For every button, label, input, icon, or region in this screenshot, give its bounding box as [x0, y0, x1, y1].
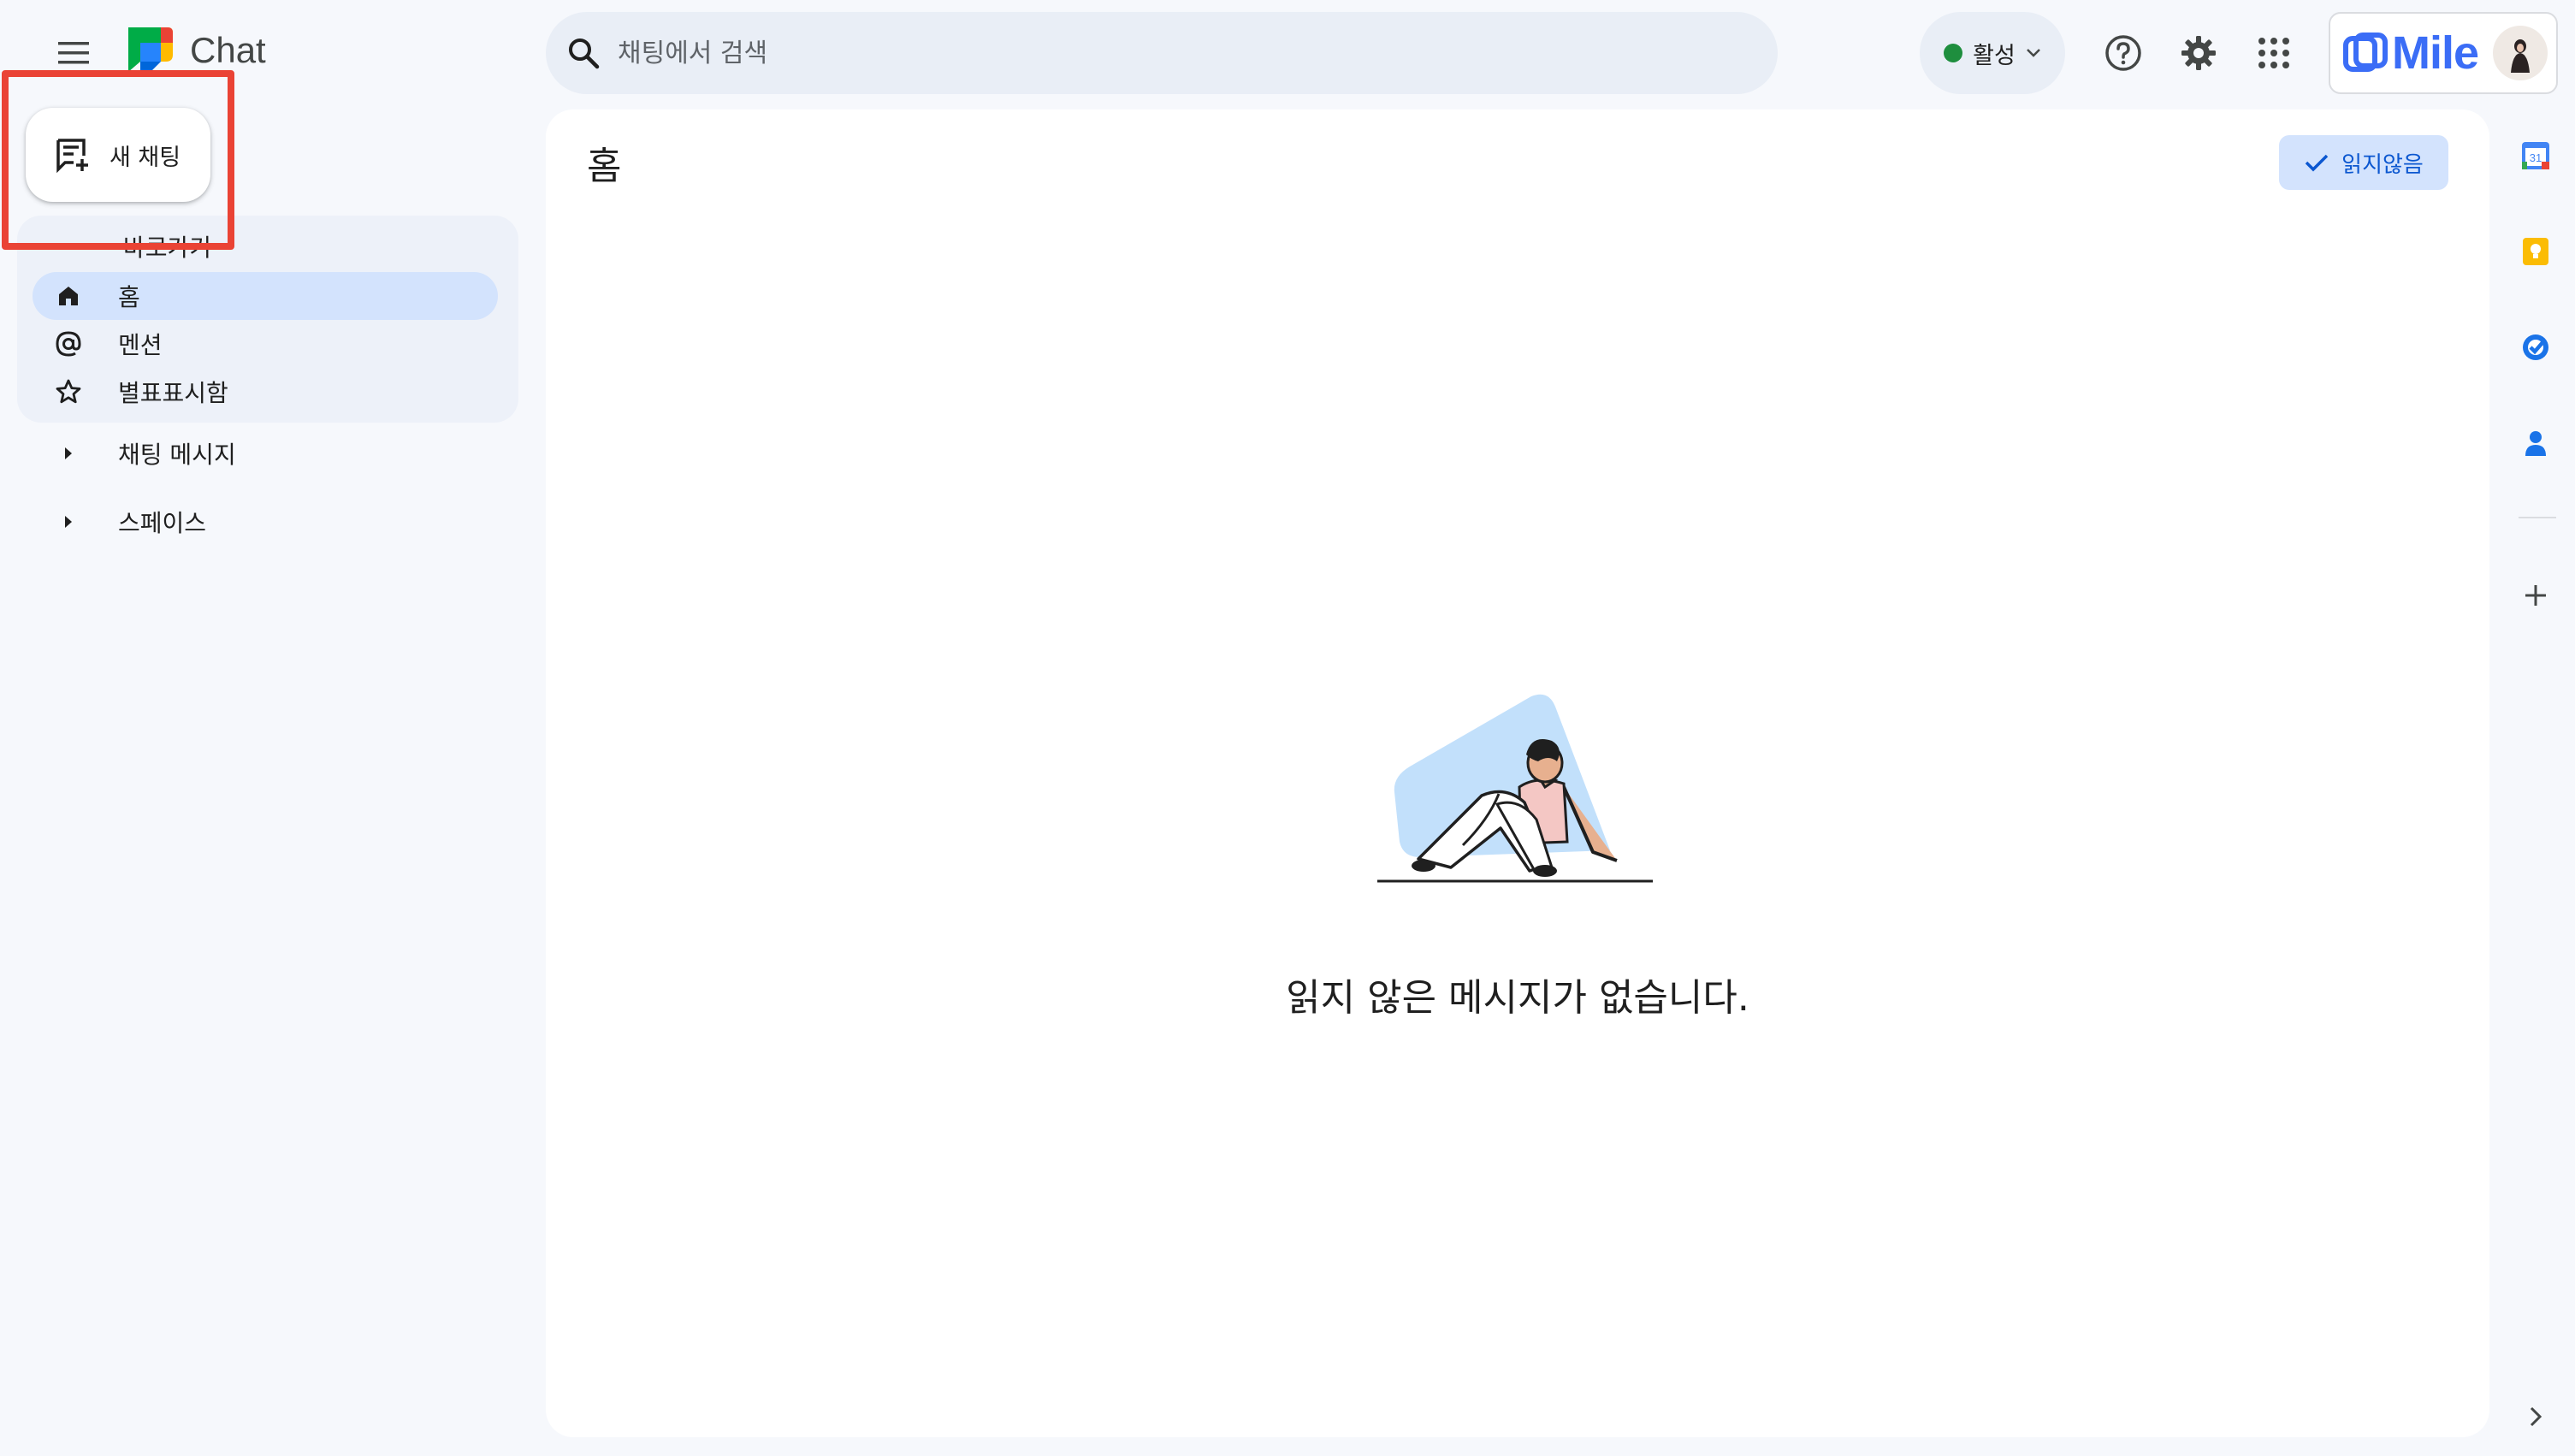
sidebar-item-home[interactable]: 홈: [33, 272, 498, 320]
mile-logo-icon: [2343, 33, 2388, 72]
chat-app: Chat 활성: [0, 0, 2575, 1456]
section-label: 스페이스: [118, 509, 207, 537]
gear-icon: [2181, 36, 2216, 70]
sidebar-item-label: 홈: [118, 283, 140, 311]
get-addons-button[interactable]: [2512, 571, 2560, 619]
shortcuts-title: 바로가기: [123, 234, 212, 262]
calendar-app-button[interactable]: 31: [2512, 132, 2560, 180]
main-menu-button[interactable]: [48, 29, 99, 77]
caret-right-icon: [44, 446, 92, 461]
check-icon: [2305, 154, 2329, 172]
new-chat-label: 새 채팅: [110, 144, 181, 171]
page-title: 홈: [587, 145, 622, 188]
rail-divider: [2519, 517, 2556, 518]
sidebar-item-label: 별표표시함: [118, 379, 228, 407]
section-label: 채팅 메시지: [118, 441, 236, 469]
apps-grid-icon: [2258, 38, 2289, 68]
calendar-icon: 31: [2522, 142, 2549, 169]
section-spaces[interactable]: 스페이스: [33, 496, 206, 547]
status-selector[interactable]: 활성: [1920, 12, 2065, 94]
section-chat-messages[interactable]: 채팅 메시지: [33, 428, 236, 479]
tasks-icon: [2523, 334, 2548, 360]
search-bar[interactable]: [546, 12, 1778, 94]
new-chat-button[interactable]: 새 채팅: [26, 108, 210, 202]
contacts-app-button[interactable]: [2512, 419, 2560, 467]
account-switcher[interactable]: Mile: [2329, 12, 2558, 94]
help-icon: [2105, 35, 2141, 71]
caret-right-icon: [44, 514, 92, 530]
avatar[interactable]: [2493, 26, 2548, 80]
account-brand-name: Mile: [2392, 27, 2479, 79]
chevron-down-icon: [2026, 49, 2040, 57]
calendar-day-number: 31: [2530, 151, 2542, 164]
home-icon: [44, 283, 92, 309]
new-chat-icon: [56, 139, 88, 173]
status-label: 활성: [1973, 42, 2016, 69]
main-panel: 홈 읽지않음 읽지 않은 메시지가 없습니다.: [546, 109, 2489, 1437]
status-dot-icon: [1944, 44, 1963, 62]
search-icon: [569, 38, 600, 69]
sidebar-item-starred[interactable]: 별표표시함: [33, 368, 498, 416]
at-sign-icon: [44, 329, 92, 358]
sidebar-item-label: 멘션: [118, 331, 163, 359]
settings-button[interactable]: [2175, 29, 2223, 77]
app-name: Chat: [190, 30, 266, 70]
search-input[interactable]: [618, 38, 1730, 68]
contacts-icon: [2525, 431, 2546, 456]
app-logo[interactable]: Chat: [123, 24, 266, 77]
empty-state-illustration: [1377, 694, 1653, 883]
hamburger-menu-icon: [58, 42, 89, 64]
keep-app-button[interactable]: [2512, 228, 2560, 275]
unread-filter-label: 읽지않음: [2341, 151, 2424, 178]
empty-state-message: 읽지 않은 메시지가 없습니다.: [1286, 976, 1749, 1020]
tasks-app-button[interactable]: [2512, 323, 2560, 371]
keep-icon: [2523, 238, 2548, 265]
sidebar-item-mentions[interactable]: 멘션: [33, 320, 498, 368]
google-apps-button[interactable]: [2250, 29, 2298, 77]
chevron-right-icon: [2530, 1406, 2542, 1427]
expand-side-panel-button[interactable]: [2512, 1393, 2560, 1441]
google-chat-logo-icon: [128, 27, 173, 72]
add-icon: [2525, 585, 2546, 606]
user-avatar-icon: [2511, 39, 2530, 73]
star-icon: [44, 378, 92, 405]
help-button[interactable]: [2099, 29, 2147, 77]
unread-filter-button[interactable]: 읽지않음: [2279, 135, 2448, 190]
